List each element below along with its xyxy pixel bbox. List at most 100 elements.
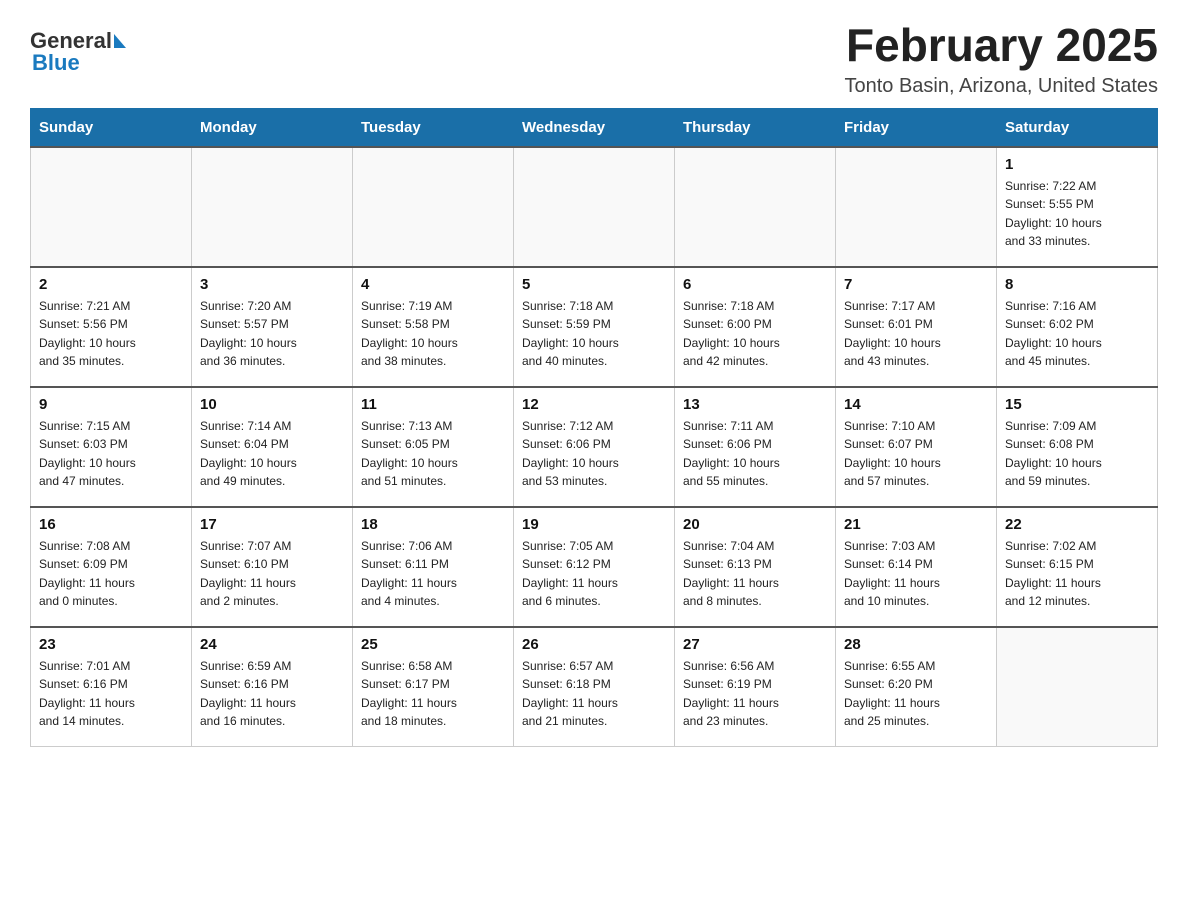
calendar-cell: 24 Sunrise: 6:59 AM Sunset: 6:16 PM Dayli… xyxy=(192,627,353,747)
calendar-cell: 11 Sunrise: 7:13 AM Sunset: 6:05 PM Dayli… xyxy=(353,387,514,507)
calendar-cell: 18 Sunrise: 7:06 AM Sunset: 6:11 PM Dayli… xyxy=(353,507,514,627)
calendar-cell xyxy=(997,627,1158,747)
day-number: 8 xyxy=(1005,276,1149,293)
day-number: 3 xyxy=(200,276,344,293)
day-info: Sunrise: 6:56 AM Sunset: 6:19 PM Dayligh… xyxy=(683,657,827,731)
day-info: Sunrise: 7:12 AM Sunset: 6:06 PM Dayligh… xyxy=(522,417,666,491)
day-number: 21 xyxy=(844,516,988,533)
day-info: Sunrise: 6:57 AM Sunset: 6:18 PM Dayligh… xyxy=(522,657,666,731)
day-of-week-header: Monday xyxy=(192,108,353,147)
calendar-cell: 2Sunrise: 7:21 AM Sunset: 5:56 PM Daylig… xyxy=(31,267,192,387)
day-number: 28 xyxy=(844,636,988,653)
day-info: Sunrise: 6:59 AM Sunset: 6:16 PM Dayligh… xyxy=(200,657,344,731)
calendar-week-row: 23 Sunrise: 7:01 AM Sunset: 6:16 PM Dayli… xyxy=(31,627,1158,747)
day-number: 25 xyxy=(361,636,505,653)
calendar-week-row: 9Sunrise: 7:15 AM Sunset: 6:03 PM Daylig… xyxy=(31,387,1158,507)
calendar-cell: 15 Sunrise: 7:09 AM Sunset: 6:08 PM Dayli… xyxy=(997,387,1158,507)
calendar-cell: 14 Sunrise: 7:10 AM Sunset: 6:07 PM Dayli… xyxy=(836,387,997,507)
day-number: 27 xyxy=(683,636,827,653)
day-number: 26 xyxy=(522,636,666,653)
calendar-cell: 4 Sunrise: 7:19 AM Sunset: 5:58 PM Daylig… xyxy=(353,267,514,387)
header-row: SundayMondayTuesdayWednesdayThursdayFrid… xyxy=(31,108,1158,147)
day-of-week-header: Sunday xyxy=(31,108,192,147)
calendar-cell xyxy=(353,147,514,267)
day-number: 7 xyxy=(844,276,988,293)
calendar-cell xyxy=(514,147,675,267)
calendar-cell xyxy=(31,147,192,267)
month-title: February 2025 xyxy=(844,20,1158,71)
calendar-cell: 16 Sunrise: 7:08 AM Sunset: 6:09 PM Dayli… xyxy=(31,507,192,627)
logo-blue-text: Blue xyxy=(32,50,80,76)
calendar-cell: 22 Sunrise: 7:02 AM Sunset: 6:15 PM Dayli… xyxy=(997,507,1158,627)
day-number: 20 xyxy=(683,516,827,533)
day-info: Sunrise: 7:13 AM Sunset: 6:05 PM Dayligh… xyxy=(361,417,505,491)
day-info: Sunrise: 7:19 AM Sunset: 5:58 PM Dayligh… xyxy=(361,297,505,371)
calendar-cell: 20 Sunrise: 7:04 AM Sunset: 6:13 PM Dayli… xyxy=(675,507,836,627)
page-header: General Blue February 2025 Tonto Basin, … xyxy=(30,20,1158,98)
title-section: February 2025 Tonto Basin, Arizona, Unit… xyxy=(844,20,1158,98)
logo-arrow-icon xyxy=(114,34,126,48)
day-number: 23 xyxy=(39,636,183,653)
calendar-cell: 13 Sunrise: 7:11 AM Sunset: 6:06 PM Dayli… xyxy=(675,387,836,507)
day-of-week-header: Tuesday xyxy=(353,108,514,147)
day-number: 16 xyxy=(39,516,183,533)
calendar-cell: 10Sunrise: 7:14 AM Sunset: 6:04 PM Dayli… xyxy=(192,387,353,507)
calendar-cell: 5 Sunrise: 7:18 AM Sunset: 5:59 PM Daylig… xyxy=(514,267,675,387)
day-number: 4 xyxy=(361,276,505,293)
day-number: 24 xyxy=(200,636,344,653)
day-number: 15 xyxy=(1005,396,1149,413)
calendar-cell: 6 Sunrise: 7:18 AM Sunset: 6:00 PM Daylig… xyxy=(675,267,836,387)
day-info: Sunrise: 7:18 AM Sunset: 6:00 PM Dayligh… xyxy=(683,297,827,371)
calendar-week-row: 1Sunrise: 7:22 AM Sunset: 5:55 PM Daylig… xyxy=(31,147,1158,267)
calendar-cell: 1Sunrise: 7:22 AM Sunset: 5:55 PM Daylig… xyxy=(997,147,1158,267)
day-number: 5 xyxy=(522,276,666,293)
day-info: Sunrise: 7:20 AM Sunset: 5:57 PM Dayligh… xyxy=(200,297,344,371)
day-info: Sunrise: 7:02 AM Sunset: 6:15 PM Dayligh… xyxy=(1005,537,1149,611)
calendar-week-row: 16 Sunrise: 7:08 AM Sunset: 6:09 PM Dayli… xyxy=(31,507,1158,627)
location-subtitle: Tonto Basin, Arizona, United States xyxy=(844,75,1158,98)
calendar-cell: 3 Sunrise: 7:20 AM Sunset: 5:57 PM Daylig… xyxy=(192,267,353,387)
calendar-week-row: 2Sunrise: 7:21 AM Sunset: 5:56 PM Daylig… xyxy=(31,267,1158,387)
calendar-cell: 9Sunrise: 7:15 AM Sunset: 6:03 PM Daylig… xyxy=(31,387,192,507)
calendar-cell: 25 Sunrise: 6:58 AM Sunset: 6:17 PM Dayli… xyxy=(353,627,514,747)
day-of-week-header: Wednesday xyxy=(514,108,675,147)
calendar-cell xyxy=(836,147,997,267)
day-number: 14 xyxy=(844,396,988,413)
day-number: 2 xyxy=(39,276,183,293)
day-info: Sunrise: 6:55 AM Sunset: 6:20 PM Dayligh… xyxy=(844,657,988,731)
day-info: Sunrise: 7:08 AM Sunset: 6:09 PM Dayligh… xyxy=(39,537,183,611)
day-of-week-header: Friday xyxy=(836,108,997,147)
day-of-week-header: Thursday xyxy=(675,108,836,147)
day-info: Sunrise: 6:58 AM Sunset: 6:17 PM Dayligh… xyxy=(361,657,505,731)
calendar-cell: 17 Sunrise: 7:07 AM Sunset: 6:10 PM Dayli… xyxy=(192,507,353,627)
calendar-cell: 27 Sunrise: 6:56 AM Sunset: 6:19 PM Dayli… xyxy=(675,627,836,747)
day-number: 22 xyxy=(1005,516,1149,533)
day-info: Sunrise: 7:10 AM Sunset: 6:07 PM Dayligh… xyxy=(844,417,988,491)
day-number: 18 xyxy=(361,516,505,533)
day-number: 6 xyxy=(683,276,827,293)
calendar-cell: 28 Sunrise: 6:55 AM Sunset: 6:20 PM Dayli… xyxy=(836,627,997,747)
day-info: Sunrise: 7:03 AM Sunset: 6:14 PM Dayligh… xyxy=(844,537,988,611)
calendar-cell: 23 Sunrise: 7:01 AM Sunset: 6:16 PM Dayli… xyxy=(31,627,192,747)
calendar-cell: 19Sunrise: 7:05 AM Sunset: 6:12 PM Dayli… xyxy=(514,507,675,627)
calendar-cell: 26 Sunrise: 6:57 AM Sunset: 6:18 PM Dayli… xyxy=(514,627,675,747)
day-info: Sunrise: 7:01 AM Sunset: 6:16 PM Dayligh… xyxy=(39,657,183,731)
day-info: Sunrise: 7:04 AM Sunset: 6:13 PM Dayligh… xyxy=(683,537,827,611)
calendar-cell xyxy=(192,147,353,267)
day-info: Sunrise: 7:18 AM Sunset: 5:59 PM Dayligh… xyxy=(522,297,666,371)
day-info: Sunrise: 7:07 AM Sunset: 6:10 PM Dayligh… xyxy=(200,537,344,611)
day-number: 17 xyxy=(200,516,344,533)
day-number: 13 xyxy=(683,396,827,413)
day-info: Sunrise: 7:11 AM Sunset: 6:06 PM Dayligh… xyxy=(683,417,827,491)
day-info: Sunrise: 7:16 AM Sunset: 6:02 PM Dayligh… xyxy=(1005,297,1149,371)
calendar-body: 1Sunrise: 7:22 AM Sunset: 5:55 PM Daylig… xyxy=(31,147,1158,747)
day-info: Sunrise: 7:05 AM Sunset: 6:12 PM Dayligh… xyxy=(522,537,666,611)
day-number: 11 xyxy=(361,396,505,413)
day-info: Sunrise: 7:06 AM Sunset: 6:11 PM Dayligh… xyxy=(361,537,505,611)
day-info: Sunrise: 7:09 AM Sunset: 6:08 PM Dayligh… xyxy=(1005,417,1149,491)
day-of-week-header: Saturday xyxy=(997,108,1158,147)
calendar-cell xyxy=(675,147,836,267)
calendar-cell: 12Sunrise: 7:12 AM Sunset: 6:06 PM Dayli… xyxy=(514,387,675,507)
logo: General Blue xyxy=(30,20,126,76)
calendar-table: SundayMondayTuesdayWednesdayThursdayFrid… xyxy=(30,108,1158,748)
